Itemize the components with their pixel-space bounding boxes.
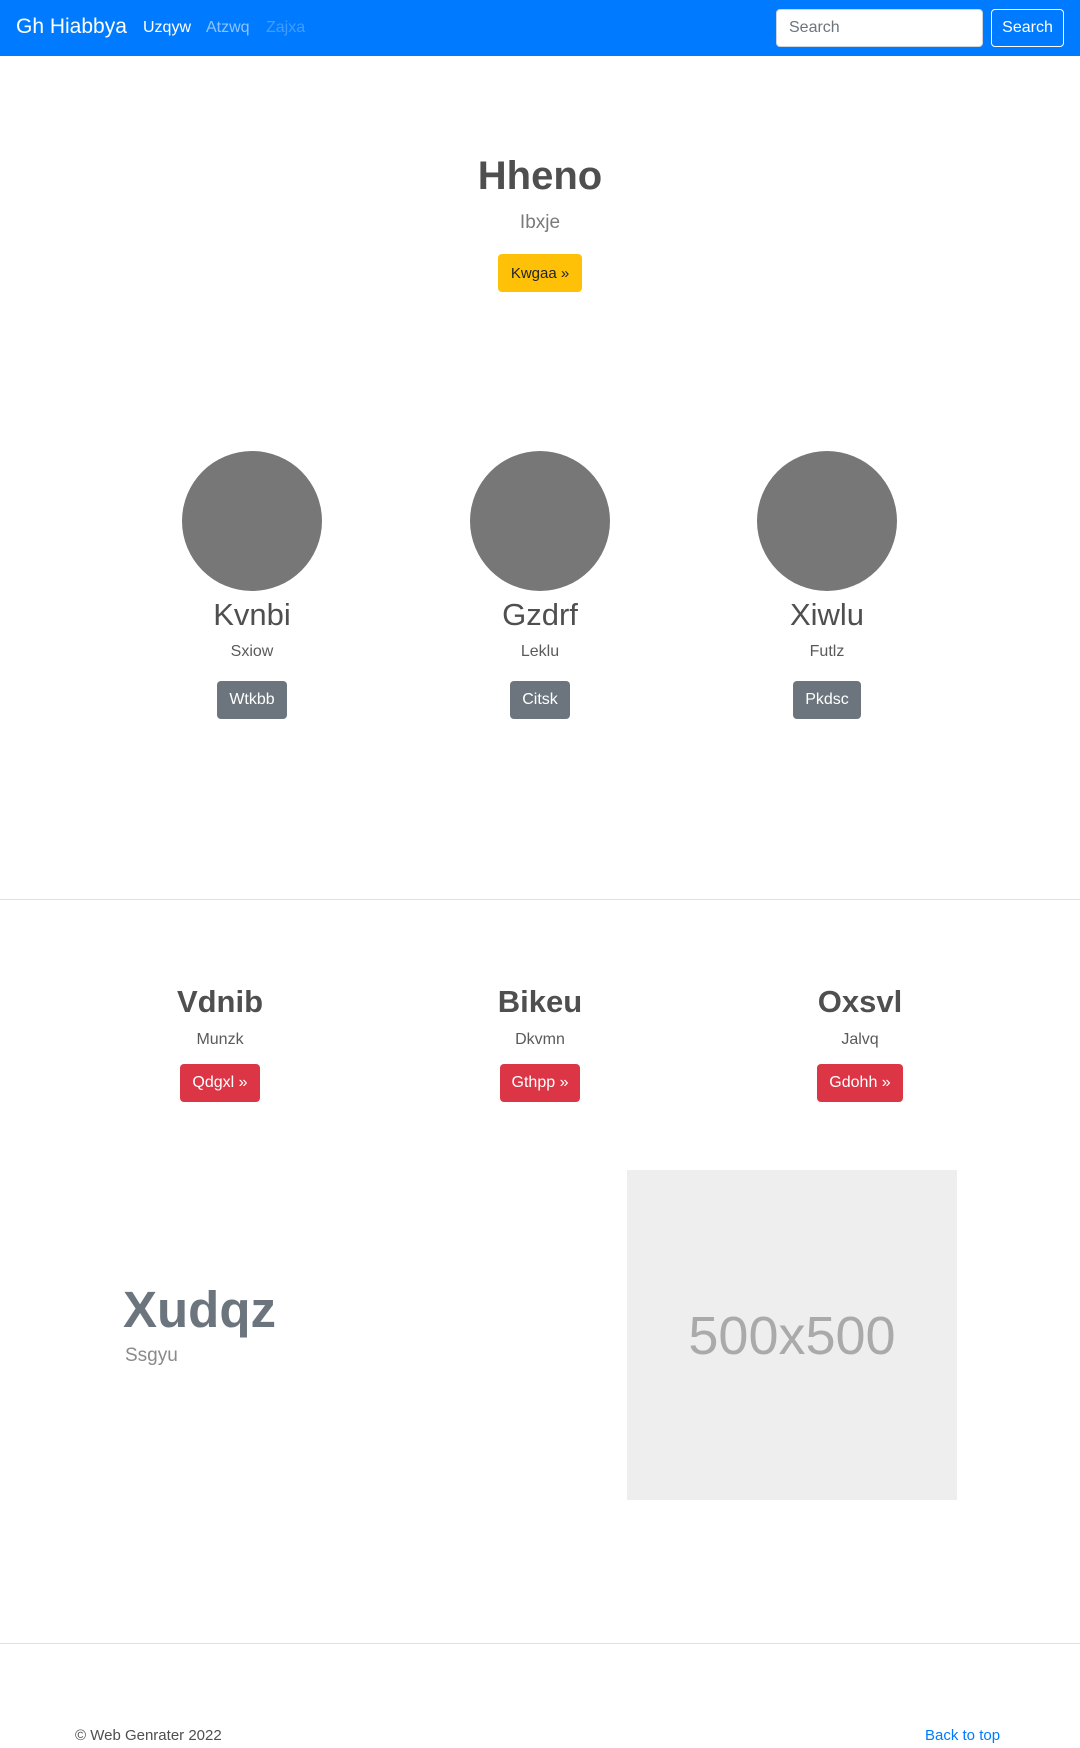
search-button[interactable]: Search <box>991 9 1064 47</box>
navbar-brand[interactable]: Gh Hiabbya <box>16 15 127 39</box>
feature-subtitle: Dkvmn <box>515 1031 565 1048</box>
circle-card-title: Gzdrf <box>502 597 578 632</box>
circle-card: Kvnbi Sxiow Wtkbb <box>132 451 372 719</box>
feature-button[interactable]: Gthpp » <box>499 1064 581 1102</box>
feature-title: Bikeu <box>497 984 583 1019</box>
hero-subtitle: Ibxje <box>519 212 561 233</box>
feature-button[interactable]: Gdohh » <box>817 1064 903 1102</box>
back-to-top-link[interactable]: Back to top <box>925 1727 1000 1744</box>
circle-image <box>757 451 897 591</box>
feature-subtitle: Jalvq <box>841 1031 879 1048</box>
navbar: Gh Hiabbya Uzqyw Atzwq Zajxa Search <box>0 0 1080 56</box>
feature-card: Bikeu Dkvmn Gthpp » <box>420 980 660 1102</box>
nav-link-zajxa[interactable]: Zajxa <box>266 19 305 37</box>
featurette-subtitle: Ssgyu <box>125 1345 178 1366</box>
circle-card: Xiwlu Futlz Pkdsc <box>707 451 947 719</box>
feature-subtitle: Munzk <box>196 1031 244 1048</box>
hero-button[interactable]: Kwgaa » <box>498 254 582 292</box>
circle-card: Gzdrf Leklu Citsk <box>420 451 660 719</box>
divider <box>0 899 1080 900</box>
nav-link-uzqyw[interactable]: Uzqyw <box>143 19 191 37</box>
circle-image <box>182 451 322 591</box>
feature-card: Oxsvl Jalvq Gdohh » <box>740 980 980 1102</box>
feature-title: Oxsvl <box>817 984 903 1019</box>
circle-card-button[interactable]: Pkdsc <box>793 681 861 719</box>
circle-card-subtitle: Sxiow <box>230 643 274 660</box>
placeholder-image-label: 500x500 <box>688 1306 896 1366</box>
circle-card-button[interactable]: Wtkbb <box>217 681 287 719</box>
featurette-heading: Xudqz <box>123 1281 276 1338</box>
circle-card-button[interactable]: Citsk <box>510 681 570 719</box>
placeholder-image: 500x500 <box>627 1170 957 1500</box>
circle-card-subtitle: Futlz <box>809 643 845 660</box>
circle-image <box>470 451 610 591</box>
footer-copyright: © Web Genrater 2022 <box>75 1727 222 1744</box>
hero-title: Hheno <box>477 154 603 198</box>
feature-card: Vdnib Munzk Qdgxl » <box>100 980 340 1102</box>
circle-card-title: Xiwlu <box>789 597 865 632</box>
feature-title: Vdnib <box>176 984 264 1019</box>
feature-button[interactable]: Qdgxl » <box>180 1064 260 1102</box>
divider <box>0 1643 1080 1644</box>
search-input[interactable] <box>776 9 983 47</box>
circle-card-subtitle: Leklu <box>520 643 560 660</box>
nav-link-atzwq[interactable]: Atzwq <box>206 19 250 37</box>
circle-card-title: Kvnbi <box>213 597 291 632</box>
